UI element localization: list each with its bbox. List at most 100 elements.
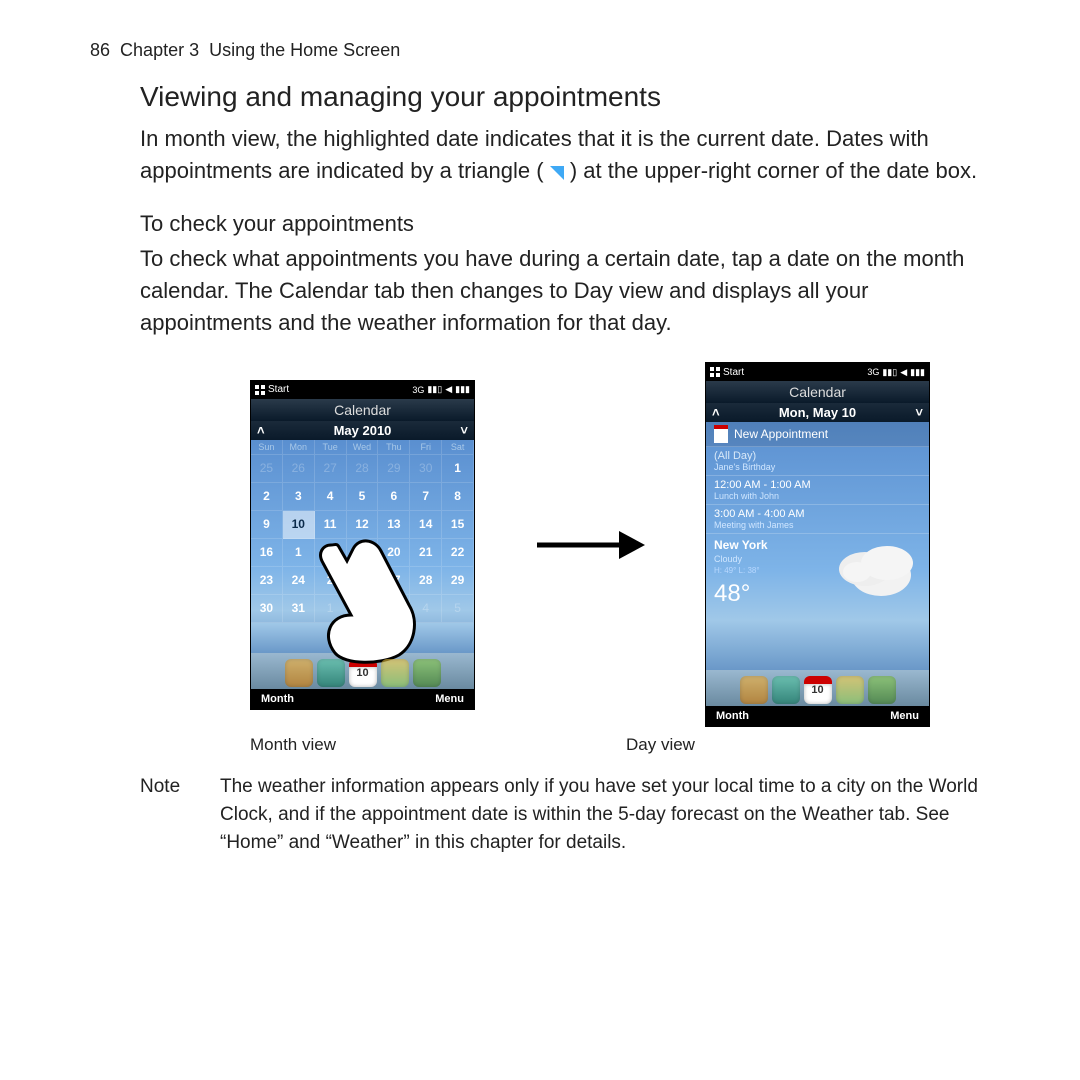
calendar-date-cell[interactable]: 20 <box>378 539 410 567</box>
day-view-screenshot: Start 3G ▮▮▯ ◀ ▮▮▮ Calendar ˄ Mon, May 1… <box>705 362 930 727</box>
calendar-date-cell[interactable]: 28 <box>347 455 379 483</box>
calendar-date-cell[interactable]: 1 <box>283 539 315 567</box>
calendar-date-cell[interactable]: 28 <box>410 567 442 595</box>
calendar-date-cell[interactable]: 25 <box>251 455 283 483</box>
windows-icon <box>710 367 720 377</box>
calendar-date-cell[interactable]: 21 <box>410 539 442 567</box>
calendar-date-cell[interactable]: 4 <box>410 595 442 623</box>
calendar-date-cell[interactable]: 2 <box>251 483 283 511</box>
softkey-bar: Month Menu <box>251 689 474 709</box>
weather-temp: 48° <box>714 578 768 609</box>
dock-att-icon[interactable] <box>285 659 313 687</box>
calendar-date-cell[interactable]: 27 <box>315 455 347 483</box>
appointment-item[interactable]: 3:00 AM - 4:00 AMMeeting with James <box>706 505 929 534</box>
dock-att-icon[interactable] <box>740 676 768 704</box>
calendar-date-cell[interactable]: 15 <box>442 511 474 539</box>
battery-icon: ▮▮▮ <box>910 367 925 378</box>
date-nav: ˄ May 2010 ˅ <box>251 421 474 440</box>
caption-month: Month view <box>250 735 336 755</box>
dock-album-icon[interactable] <box>868 676 896 704</box>
calendar-date-cell[interactable]: 6 <box>378 483 410 511</box>
weekday-label: Thu <box>378 440 410 455</box>
prev-icon[interactable]: ˄ <box>712 405 720 420</box>
calendar-date-cell[interactable]: 24 <box>283 567 315 595</box>
dock-stocks-icon[interactable] <box>381 659 409 687</box>
calendar-date-cell[interactable]: 23 <box>251 567 283 595</box>
calendar-date-cell[interactable]: 4 <box>315 483 347 511</box>
note-block: Note The weather information appears onl… <box>140 773 990 856</box>
calendar-date-cell[interactable]: 22 <box>442 539 474 567</box>
dock-globe-icon[interactable] <box>317 659 345 687</box>
page-number: 86 <box>90 40 110 60</box>
chapter-number: Chapter 3 <box>120 40 199 60</box>
status-bar: Start 3G ▮▮▯ ◀ ▮▮▮ <box>251 381 474 399</box>
prev-icon[interactable]: ˄ <box>257 423 265 438</box>
next-icon[interactable]: ˅ <box>915 405 923 420</box>
captions-row: Month view Day view <box>250 735 990 755</box>
calendar-date-cell[interactable]: 3 <box>378 595 410 623</box>
date-nav: ˄ Mon, May 10 ˅ <box>706 403 929 422</box>
network-badge: 3G <box>412 385 424 395</box>
softkey-bar: Month Menu <box>706 706 929 726</box>
next-icon[interactable]: ˅ <box>460 423 468 438</box>
softkey-right[interactable]: Menu <box>890 710 919 722</box>
windows-icon <box>255 385 265 395</box>
calendar-date-cell[interactable]: 27 <box>378 567 410 595</box>
calendar-date-cell[interactable]: 8 <box>442 483 474 511</box>
calendar-date-cell[interactable]: 11 <box>315 511 347 539</box>
weather-condition: Cloudy <box>714 554 768 566</box>
chapter-title: Using the Home Screen <box>209 40 400 60</box>
calendar-date-cell[interactable] <box>315 539 347 567</box>
page-header: 86 Chapter 3 Using the Home Screen <box>90 40 990 61</box>
calendar-grid: SunMonTueWedThuFriSat 252627282930123456… <box>251 440 474 653</box>
calendar-date-cell[interactable]: 5 <box>347 483 379 511</box>
calendar-date-cell[interactable]: 13 <box>378 511 410 539</box>
calendar-date-cell[interactable]: 9 <box>251 511 283 539</box>
weekday-label: Fri <box>410 440 442 455</box>
calendar-date-cell[interactable]: 12 <box>347 511 379 539</box>
calendar-date-cell[interactable]: 9 <box>347 539 379 567</box>
weekday-label: Mon <box>283 440 315 455</box>
calendar-date-cell[interactable]: 16 <box>251 539 283 567</box>
app-title: Calendar <box>251 399 474 421</box>
appointment-item[interactable]: 12:00 AM - 1:00 AMLunch with John <box>706 476 929 505</box>
calendar-date-cell[interactable]: 29 <box>378 455 410 483</box>
start-label: Start <box>723 367 744 378</box>
calendar-date-cell[interactable] <box>347 567 379 595</box>
dock-calendar-icon[interactable]: 10 <box>349 659 377 687</box>
dock-stocks-icon[interactable] <box>836 676 864 704</box>
intro-paragraph: In month view, the highlighted date indi… <box>140 123 990 187</box>
softkey-right[interactable]: Menu <box>435 693 464 705</box>
dock-album-icon[interactable] <box>413 659 441 687</box>
softkey-left[interactable]: Month <box>261 693 294 705</box>
signal-icon: ▮▮▯ <box>882 367 897 378</box>
dock-calendar-icon[interactable]: 10 <box>804 676 832 704</box>
note-label: Note <box>140 773 192 856</box>
new-appointment-button[interactable]: New Appointment <box>706 422 929 447</box>
calendar-date-cell[interactable]: 30 <box>251 595 283 623</box>
calendar-date-cell[interactable]: 1 <box>442 455 474 483</box>
calendar-date-cell[interactable]: 26 <box>283 455 315 483</box>
home-dock: 10 <box>251 653 474 689</box>
calendar-date-cell[interactable]: 14 <box>410 511 442 539</box>
month-label: May 2010 <box>334 423 392 438</box>
appointment-triangle-icon <box>550 166 564 180</box>
caption-day: Day view <box>626 735 695 755</box>
calendar-date-cell[interactable]: 29 <box>442 567 474 595</box>
calendar-date-cell[interactable]: 1 <box>315 595 347 623</box>
calendar-date-cell[interactable]: 2 <box>315 567 347 595</box>
volume-icon: ◀ <box>900 367 907 378</box>
softkey-left[interactable]: Month <box>716 710 749 722</box>
appointment-item[interactable]: (All Day)Jane's Birthday <box>706 447 929 476</box>
calendar-date-cell[interactable]: 31 <box>283 595 315 623</box>
dock-globe-icon[interactable] <box>772 676 800 704</box>
calendar-date-cell[interactable]: 5 <box>442 595 474 623</box>
calendar-date-cell[interactable]: 10 <box>283 511 315 539</box>
calendar-date-cell[interactable]: 30 <box>410 455 442 483</box>
calendar-date-cell[interactable]: 7 <box>410 483 442 511</box>
weather-hilo: H: 49° L: 38° <box>714 566 768 576</box>
calendar-date-cell[interactable]: 3 <box>283 483 315 511</box>
battery-icon: ▮▮▮ <box>455 384 470 395</box>
status-bar: Start 3G ▮▮▯ ◀ ▮▮▮ <box>706 363 929 381</box>
calendar-date-cell[interactable]: 2 <box>347 595 379 623</box>
